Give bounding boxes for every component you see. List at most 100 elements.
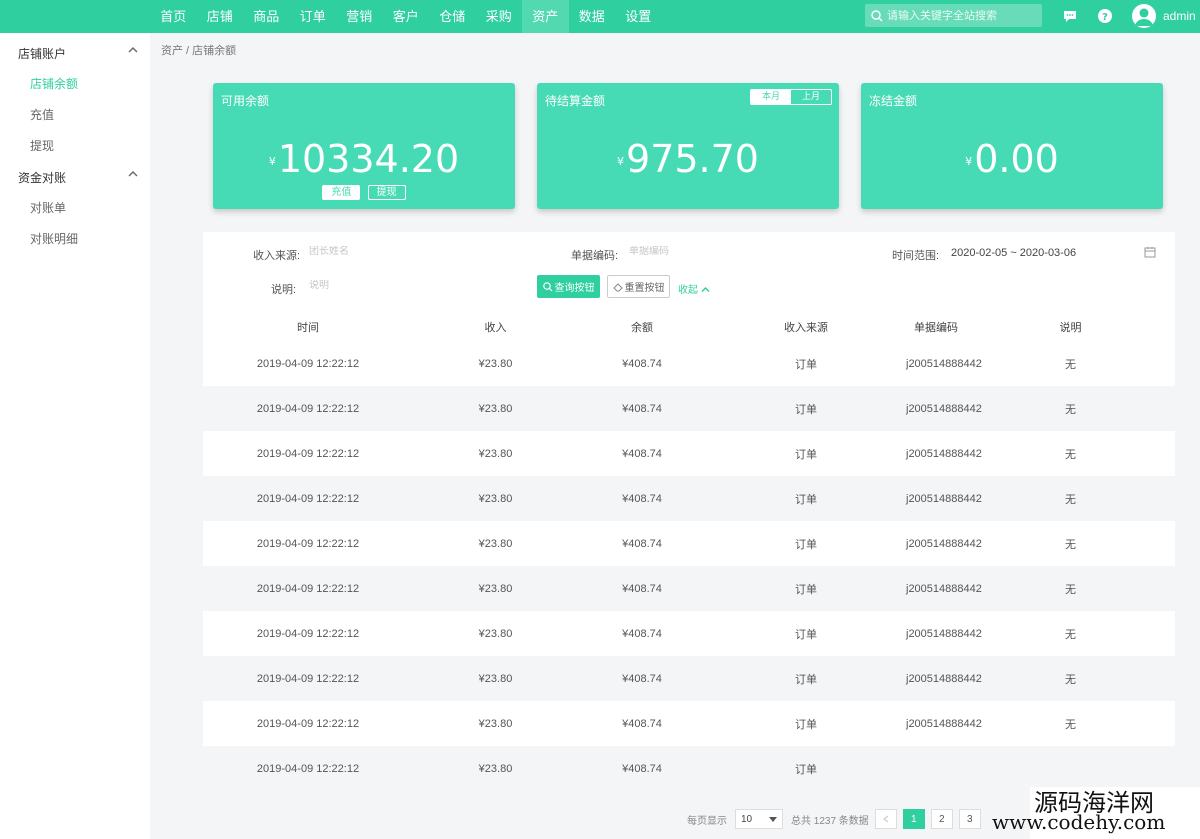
- sidebar-item-recharge[interactable]: 充值: [30, 106, 54, 123]
- user-icon: [1135, 8, 1153, 26]
- page-button-3[interactable]: 3: [958, 809, 981, 829]
- sidebar-item-statement[interactable]: 对账单: [30, 199, 66, 216]
- nav-item-store[interactable]: 店铺: [197, 0, 244, 33]
- cell-note: 无: [1065, 718, 1076, 731]
- header-code: 单据编码: [914, 321, 958, 334]
- cell-source: 订单: [795, 448, 817, 461]
- cell-code: j200514888442: [906, 357, 982, 370]
- nav-item-data[interactable]: 数据: [569, 0, 616, 33]
- chevron-left-icon: [882, 815, 889, 823]
- source-input[interactable]: [309, 246, 459, 257]
- nav-item-customers[interactable]: 客户: [383, 0, 430, 33]
- nav-item-assets[interactable]: 资产: [522, 0, 569, 33]
- cell-income: ¥23.80: [478, 537, 513, 550]
- cell-balance: ¥408.74: [622, 402, 662, 415]
- transactions-table: 时间 收入 余额 收入来源 单据编码 说明 2019-04-09 12:22:1…: [203, 312, 1175, 791]
- table-row: 2019-04-09 12:22:12 ¥23.80 ¥408.74 订单 j20051…: [203, 656, 1175, 701]
- cell-code: j200514888442: [906, 717, 982, 730]
- note-label: 说明:: [271, 284, 297, 296]
- cell-balance: ¥408.74: [622, 717, 662, 730]
- sidebar-group-store-account[interactable]: 店铺账户: [18, 45, 138, 62]
- month-toggle: 本月 上月: [750, 89, 832, 105]
- nav-item-settings[interactable]: 设置: [615, 0, 662, 33]
- top-navbar: 首页 店铺 商品 订单 营销 客户 仓储 采购 资产 数据 设置 ? admin: [0, 0, 1200, 33]
- sidebar: 店铺账户 店铺余额 充值 提现 资金对账 对账单 对账明细: [0, 33, 150, 839]
- search-input[interactable]: [887, 9, 1035, 22]
- message-icon[interactable]: [1062, 8, 1078, 24]
- frozen-amount-card: 冻结金额 ¥0.00: [861, 83, 1163, 209]
- breadcrumb: 资产 / 店铺余额: [161, 45, 237, 57]
- frozen-amount: ¥0.00: [861, 139, 1163, 182]
- cell-code: j200514888442: [906, 402, 982, 415]
- cell-note: 无: [1065, 358, 1076, 371]
- sidebar-group-reconciliation[interactable]: 资金对账: [18, 169, 138, 186]
- nav-item-warehouse[interactable]: 仓储: [429, 0, 476, 33]
- table-body: 2019-04-09 12:22:12 ¥23.80 ¥408.74 订单 j20051…: [203, 341, 1175, 791]
- cell-income: ¥23.80: [478, 672, 513, 685]
- table-row: 2019-04-09 12:22:12 ¥23.80 ¥408.74 订单: [203, 746, 1175, 791]
- note-input[interactable]: [309, 280, 459, 291]
- cell-source: 订单: [795, 493, 817, 506]
- sidebar-item-store-balance[interactable]: 店铺余额: [30, 75, 78, 92]
- cell-time: 2019-04-09 12:22:12: [256, 717, 360, 730]
- page-button-1[interactable]: 1: [902, 809, 925, 829]
- watermark-url: www.codehy.com: [992, 810, 1166, 834]
- table-row: 2019-04-09 12:22:12 ¥23.80 ¥408.74 订单 j20051…: [203, 386, 1175, 431]
- table-row: 2019-04-09 12:22:12 ¥23.80 ¥408.74 订单 j20051…: [203, 521, 1175, 566]
- sidebar-item-withdraw[interactable]: 提现: [30, 137, 54, 154]
- avatar[interactable]: [1132, 4, 1156, 28]
- cell-note: 无: [1065, 448, 1076, 461]
- cell-balance: ¥408.74: [622, 447, 662, 460]
- card-title: 待结算金额: [545, 94, 606, 108]
- cell-time: 2019-04-09 12:22:12: [256, 762, 360, 775]
- cell-time: 2019-04-09 12:22:12: [256, 447, 360, 460]
- calendar-icon[interactable]: [1144, 246, 1156, 258]
- this-month-toggle[interactable]: 本月: [751, 90, 791, 104]
- reset-button[interactable]: 重置按钮: [607, 275, 670, 298]
- sidebar-item-statement-detail[interactable]: 对账明细: [30, 230, 78, 247]
- header-income: 收入: [484, 321, 507, 334]
- header-note: 说明: [1059, 321, 1082, 334]
- nav-item-purchasing[interactable]: 采购: [476, 0, 523, 33]
- date-range-picker[interactable]: 2020-02-05 ~ 2020-03-06: [951, 247, 1076, 259]
- card-title: 可用余额: [221, 94, 270, 108]
- cell-source: 订单: [795, 583, 817, 596]
- last-month-toggle[interactable]: 上月: [791, 90, 831, 104]
- sidebar-group-title: 店铺账户: [18, 47, 67, 61]
- help-icon[interactable]: ?: [1097, 8, 1113, 24]
- withdraw-button[interactable]: 提现: [367, 185, 406, 200]
- nav-item-products[interactable]: 商品: [243, 0, 290, 33]
- cell-source: 订单: [795, 763, 817, 776]
- reset-button-label: 重置按钮: [624, 283, 665, 294]
- nav-item-marketing[interactable]: 营销: [336, 0, 383, 33]
- table-row: 2019-04-09 12:22:12 ¥23.80 ¥408.74 订单 j20051…: [203, 566, 1175, 611]
- header-source: 收入来源: [784, 321, 828, 334]
- prev-page-button[interactable]: [874, 809, 897, 829]
- collapse-toggle[interactable]: 收起: [678, 281, 710, 296]
- cell-source: 订单: [795, 403, 817, 416]
- recharge-button[interactable]: 充值: [322, 185, 361, 200]
- cell-balance: ¥408.74: [622, 582, 662, 595]
- chevron-up-icon: [128, 47, 138, 53]
- chevron-up-icon: [128, 171, 138, 177]
- cell-time: 2019-04-09 12:22:12: [256, 672, 360, 685]
- total-count: 总共 1237 条数据: [791, 815, 869, 827]
- page-button-2[interactable]: 2: [930, 809, 953, 829]
- user-name[interactable]: admin: [1163, 9, 1196, 23]
- cell-note: 无: [1065, 538, 1076, 551]
- cell-balance: ¥408.74: [622, 357, 662, 370]
- table-row: 2019-04-09 12:22:12 ¥23.80 ¥408.74 订单 j20051…: [203, 431, 1175, 476]
- nav-item-home[interactable]: 首页: [150, 0, 197, 33]
- query-button[interactable]: 查询按钮: [537, 275, 600, 298]
- cell-balance: ¥408.74: [622, 537, 662, 550]
- cell-source: 订单: [795, 358, 817, 371]
- cell-note: 无: [1065, 673, 1076, 686]
- global-search[interactable]: [865, 4, 1042, 27]
- cell-source: 订单: [795, 673, 817, 686]
- cell-time: 2019-04-09 12:22:12: [256, 537, 360, 550]
- cell-code: j200514888442: [906, 492, 982, 505]
- nav-item-orders[interactable]: 订单: [290, 0, 337, 33]
- code-input[interactable]: [629, 246, 779, 257]
- table-row: 2019-04-09 12:22:12 ¥23.80 ¥408.74 订单 j20051…: [203, 701, 1175, 746]
- per-page-select[interactable]: 10: [735, 809, 783, 829]
